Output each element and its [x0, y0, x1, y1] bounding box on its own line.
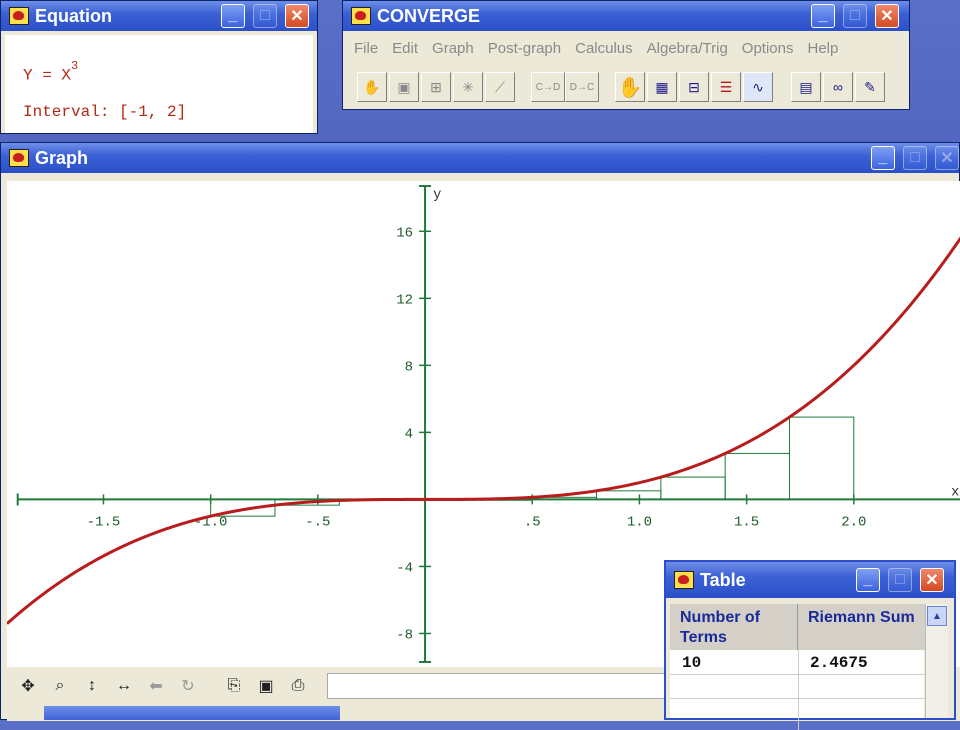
maximize-button[interactable]: □ — [888, 568, 912, 592]
app-icon — [351, 7, 371, 25]
col-divider — [798, 650, 799, 730]
horizontal-scale-icon[interactable]: ↔ — [109, 671, 139, 701]
equation-titlebar[interactable]: Equation _ □ ✕ — [1, 1, 317, 31]
back-arrow-icon[interactable]: ⬅ — [141, 671, 171, 701]
status-bar — [327, 673, 669, 699]
minimize-button[interactable]: _ — [811, 4, 835, 28]
app-icon — [9, 7, 29, 25]
table-grid-icon[interactable]: ▦ — [647, 72, 677, 102]
riemann-rectangle — [660, 476, 726, 500]
y-tick-label: 12 — [396, 292, 413, 308]
menu-help[interactable]: Help — [808, 40, 839, 57]
equation-lhs: Y = X — [23, 66, 72, 85]
maximize-button[interactable]: □ — [843, 4, 867, 28]
dotted-lines-icon[interactable]: ☰ — [711, 72, 741, 102]
menu-options[interactable]: Options — [742, 40, 794, 57]
hand-drag-icon[interactable]: ✋ — [357, 72, 387, 102]
menu-file[interactable]: File — [354, 40, 378, 57]
x-tick-label: .5 — [524, 514, 541, 530]
x-axis-label: x — [951, 484, 959, 500]
converge-window: CONVERGE _ □ ✕ File Edit Graph Post-grap… — [342, 0, 910, 110]
background-window-edge — [44, 706, 340, 720]
x-tick-label: 2.0 — [841, 514, 866, 530]
header-number-of-terms: Number of Terms — [670, 604, 798, 650]
table-window: Table _ □ ✕ Number of Terms Riemann Sum … — [664, 560, 956, 730]
equation-panel: Y = X3 Interval: [-1, 2] — [5, 35, 313, 133]
y-tick-label: 4 — [405, 426, 413, 442]
glasses-icon[interactable]: ∞ — [823, 72, 853, 102]
copy-icon[interactable]: ⎘ — [219, 671, 249, 701]
main-toolbar: ✋ ▣ ⊞ ✳ ⟋ C→D D→C ✋ ▦ ⊟ ☰ ∿ ▤ ∞ ✎ — [353, 69, 901, 105]
d-to-c-button[interactable]: D→C — [565, 72, 599, 102]
table-scrollbar[interactable]: ▲ — [925, 604, 948, 718]
equation-window: Equation _ □ ✕ Y = X3 Interval: [-1, 2] — [0, 0, 318, 134]
equation-text: Y = X3 — [23, 59, 78, 85]
riemann-rectangle — [596, 490, 662, 500]
maximize-button[interactable]: □ — [253, 4, 277, 28]
y-axis-label: y — [433, 187, 441, 203]
app-icon — [9, 149, 29, 167]
table-title: Table — [700, 569, 746, 590]
x-tick-label: 1.5 — [734, 514, 759, 530]
interval-text: Interval: [-1, 2] — [23, 103, 187, 121]
minimize-button[interactable]: _ — [221, 4, 245, 28]
step-graph-icon[interactable]: ⊟ — [679, 72, 709, 102]
table-window-icon[interactable]: ▤ — [791, 72, 821, 102]
scroll-up-icon[interactable]: ▲ — [927, 606, 947, 626]
header-riemann-sum: Riemann Sum — [798, 604, 926, 650]
minimize-button[interactable]: _ — [856, 568, 880, 592]
close-button[interactable]: ✕ — [920, 568, 944, 592]
zoom-icon[interactable]: ⌕ — [45, 671, 75, 701]
table-titlebar[interactable]: Table _ □ ✕ — [666, 562, 954, 598]
pen-tool-icon[interactable]: ⟋ — [485, 72, 515, 102]
converge-titlebar[interactable]: CONVERGE _ □ ✕ — [343, 1, 909, 31]
x-tick-label: -1.5 — [87, 514, 121, 530]
cell-terms: 10 — [682, 654, 702, 672]
y-tick-label: -4 — [396, 560, 413, 576]
close-button[interactable]: ✕ — [285, 4, 309, 28]
x-tick-label: -.5 — [305, 514, 330, 530]
y-tick-label: 8 — [405, 359, 413, 375]
minimize-button[interactable]: _ — [871, 146, 895, 170]
graph-titlebar[interactable]: Graph _ □ ✕ — [1, 143, 959, 173]
table-grid: Number of Terms Riemann Sum 10 2.4675 — [670, 604, 926, 730]
axes-tool-icon[interactable]: ✳ — [453, 72, 483, 102]
close-button[interactable]: ✕ — [875, 4, 899, 28]
save-icon[interactable]: ▣ — [251, 671, 281, 701]
menu-graph[interactable]: Graph — [432, 40, 474, 57]
print-icon[interactable]: ⎙ — [283, 671, 313, 701]
hand-stop-icon[interactable]: ✋ — [615, 72, 645, 102]
move-icon[interactable]: ✥ — [13, 671, 43, 701]
maximize-button[interactable]: □ — [903, 146, 927, 170]
cell-sum: 2.4675 — [810, 654, 868, 672]
converge-title: CONVERGE — [377, 5, 481, 26]
equation-title: Equation — [35, 5, 112, 26]
vertical-scale-icon[interactable]: ↕ — [77, 671, 107, 701]
refresh-icon[interactable]: ↻ — [173, 671, 203, 701]
c-to-d-button[interactable]: C→D — [531, 72, 565, 102]
menu-post-graph[interactable]: Post-graph — [488, 40, 561, 57]
menu-algebra-trig[interactable]: Algebra/Trig — [647, 40, 728, 57]
y-tick-label: 16 — [396, 225, 413, 241]
grid-tool-icon[interactable]: ⊞ — [421, 72, 451, 102]
equation-exponent: 3 — [71, 59, 79, 73]
app-icon — [674, 571, 694, 589]
graph-title: Graph — [35, 147, 89, 168]
y-tick-label: -8 — [396, 627, 413, 643]
menu-edit[interactable]: Edit — [392, 40, 418, 57]
curve-graph-icon[interactable]: ∿ — [743, 72, 773, 102]
save-icon[interactable]: ▣ — [389, 72, 419, 102]
riemann-rectangle — [724, 452, 790, 500]
x-tick-label: 1.0 — [627, 514, 652, 530]
pencil-icon[interactable]: ✎ — [855, 72, 885, 102]
menu-calculus[interactable]: Calculus — [575, 40, 633, 57]
riemann-rectangle — [788, 416, 855, 500]
close-button[interactable]: ✕ — [935, 146, 959, 170]
menu-bar: File Edit Graph Post-graph Calculus Alge… — [347, 35, 905, 61]
